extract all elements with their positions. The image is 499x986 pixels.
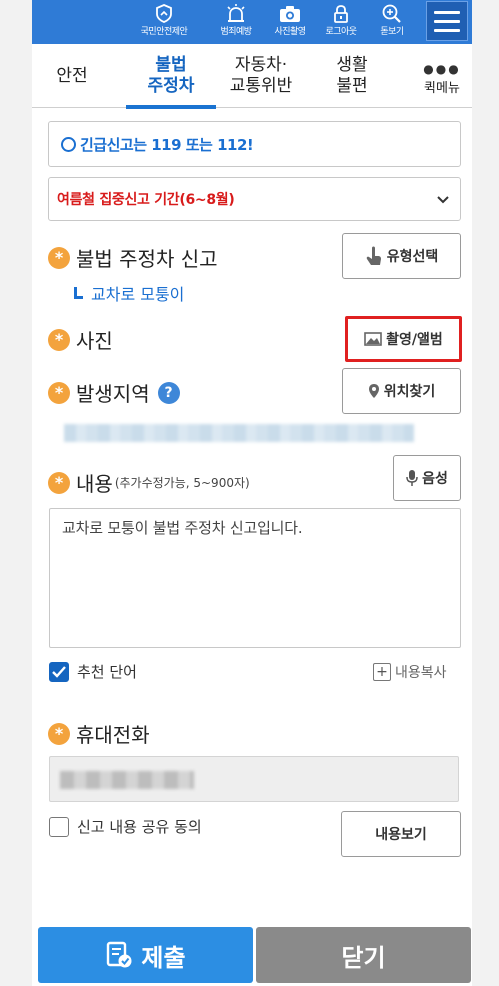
share-consent-row[interactable]: 신고 내용 공유 동의 bbox=[49, 816, 202, 837]
find-location-button[interactable]: 위치찾기 bbox=[342, 368, 461, 414]
photo-label: 사진 bbox=[76, 329, 113, 353]
recommend-words-checkbox[interactable] bbox=[49, 661, 69, 682]
top-nav-crime-prevention[interactable]: 범죄예방 bbox=[208, 4, 264, 42]
close-button[interactable]: 닫기 bbox=[256, 927, 471, 983]
microphone-icon bbox=[406, 470, 418, 486]
location-label: 발생지역 bbox=[76, 382, 150, 406]
location-pin-icon bbox=[368, 384, 379, 398]
close-label: 닫기 bbox=[341, 943, 386, 972]
required-asterisk-icon: * bbox=[48, 246, 70, 269]
recommend-words-label: 추천 단어 bbox=[77, 663, 137, 681]
hamburger-icon bbox=[434, 10, 460, 14]
selected-type-text: 교차로 모퉁이 bbox=[91, 285, 185, 304]
copy-content-button[interactable]: + 내용복사 bbox=[373, 662, 447, 682]
voice-input-label: 음성 bbox=[422, 471, 448, 487]
copy-content-label: 내용복사 bbox=[395, 665, 447, 681]
top-nav-label: 사진촬영 bbox=[274, 27, 306, 37]
top-nav-magnifier[interactable]: 돋보기 bbox=[364, 4, 420, 42]
tab-safety[interactable]: 안전 bbox=[32, 44, 112, 108]
camera-icon bbox=[280, 6, 300, 22]
hamburger-menu-button[interactable] bbox=[426, 1, 468, 41]
tab-living-inconvenience[interactable]: 생활 불편 bbox=[314, 44, 390, 108]
address-redacted bbox=[64, 424, 414, 442]
report-page: 국민안전제안 범죄예방 사진촬영 로그아웃 돋보기 안전 불법 주정차 자동차·… bbox=[32, 0, 472, 986]
tab-label: 불편 bbox=[336, 76, 368, 96]
phone-field[interactable] bbox=[49, 756, 459, 802]
view-content-label: 내용보기 bbox=[375, 827, 427, 843]
circle-icon bbox=[61, 136, 76, 152]
type-select-button[interactable]: 유형선택 bbox=[342, 233, 461, 279]
phone-number-redacted bbox=[60, 771, 194, 789]
required-asterisk-icon: * bbox=[48, 471, 70, 494]
content-label-row: * 내용 (추가수정가능, 5~900자) bbox=[48, 468, 250, 497]
shield-hand-icon bbox=[156, 4, 172, 23]
photo-label-row: * 사진 bbox=[48, 325, 113, 354]
tab-label: 자동차· bbox=[234, 55, 288, 75]
check-icon bbox=[52, 665, 66, 678]
quick-menu-button[interactable]: ●●● 퀵메뉴 bbox=[412, 44, 472, 108]
season-campaign-text: 여름철 집중신고 기간(6~8월) bbox=[57, 192, 235, 208]
top-nav-label: 범죄예방 bbox=[220, 27, 252, 37]
siren-icon bbox=[227, 4, 245, 22]
required-asterisk-icon: * bbox=[48, 722, 70, 745]
tab-vehicle-traffic[interactable]: 자동차· 교통위반 bbox=[216, 44, 306, 108]
image-icon bbox=[364, 332, 382, 346]
tap-hand-icon bbox=[366, 246, 381, 265]
quick-menu-label: 퀵메뉴 bbox=[424, 81, 460, 96]
emergency-notice-text: 긴급신고는 119 또는 112! bbox=[80, 135, 254, 154]
selected-type: 교차로 모퉁이 bbox=[74, 281, 184, 305]
season-campaign-select[interactable]: 여름철 집중신고 기간(6~8월) bbox=[48, 177, 461, 221]
content-label: 내용 bbox=[76, 472, 113, 496]
document-check-icon bbox=[107, 941, 132, 968]
view-content-button[interactable]: 내용보기 bbox=[341, 811, 461, 857]
more-dots-icon: ●●● bbox=[423, 62, 461, 76]
top-nav-logout[interactable]: 로그아웃 bbox=[313, 4, 369, 42]
required-asterisk-icon: * bbox=[48, 381, 70, 404]
corner-icon bbox=[74, 287, 83, 299]
recommend-words-checkbox-row[interactable]: 추천 단어 bbox=[49, 661, 137, 682]
magnifier-plus-icon bbox=[382, 4, 401, 23]
report-type-label: 불법 주정차 신고 bbox=[76, 247, 218, 271]
tab-label: 주정차 bbox=[147, 76, 195, 96]
top-nav-photo[interactable]: 사진촬영 bbox=[262, 4, 318, 42]
required-asterisk-icon: * bbox=[48, 328, 70, 351]
type-select-label: 유형선택 bbox=[386, 249, 439, 265]
tab-label: 생활 bbox=[336, 55, 368, 75]
submit-button[interactable]: 제출 bbox=[38, 927, 253, 983]
top-nav-bar: 국민안전제안 범죄예방 사진촬영 로그아웃 돋보기 bbox=[32, 0, 472, 44]
content-length-note: (추가수정가능, 5~900자) bbox=[114, 476, 250, 490]
top-nav-label: 국민안전제안 bbox=[140, 27, 188, 37]
chevron-down-icon bbox=[437, 196, 449, 204]
location-label-row: * 발생지역 ? bbox=[48, 378, 180, 407]
report-type-label-row: * 불법 주정차 신고 bbox=[48, 243, 218, 272]
phone-label-row: * 휴대전화 bbox=[48, 719, 150, 748]
share-consent-label: 신고 내용 공유 동의 bbox=[77, 818, 202, 836]
copy-plus-icon: + bbox=[373, 663, 391, 681]
submit-label: 제출 bbox=[141, 943, 186, 972]
top-nav-label: 돋보기 bbox=[380, 27, 404, 37]
photo-album-label: 촬영/앨범 bbox=[386, 332, 443, 348]
top-nav-safety-proposal[interactable]: 국민안전제안 bbox=[136, 4, 192, 42]
tab-label: 불법 bbox=[155, 55, 187, 75]
share-consent-checkbox[interactable] bbox=[49, 816, 69, 837]
emergency-notice[interactable]: 긴급신고는 119 또는 112! bbox=[48, 121, 461, 167]
photo-album-button[interactable]: 촬영/앨범 bbox=[345, 316, 462, 362]
category-tabs: 안전 불법 주정차 자동차· 교통위반 생활 불편 ●●● 퀵메뉴 bbox=[32, 44, 472, 109]
top-nav-label: 로그아웃 bbox=[325, 27, 357, 37]
tab-label: 안전 bbox=[56, 65, 88, 86]
content-textarea[interactable]: 교차로 모퉁이 불법 주정차 신고입니다. bbox=[49, 508, 461, 648]
tab-label: 교통위반 bbox=[229, 76, 293, 96]
phone-label: 휴대전화 bbox=[76, 723, 150, 747]
find-location-label: 위치찾기 bbox=[383, 384, 436, 400]
help-icon[interactable]: ? bbox=[157, 381, 180, 404]
voice-input-button[interactable]: 음성 bbox=[393, 455, 461, 501]
tab-illegal-parking[interactable]: 불법 주정차 bbox=[126, 44, 216, 109]
lock-icon bbox=[334, 5, 348, 23]
